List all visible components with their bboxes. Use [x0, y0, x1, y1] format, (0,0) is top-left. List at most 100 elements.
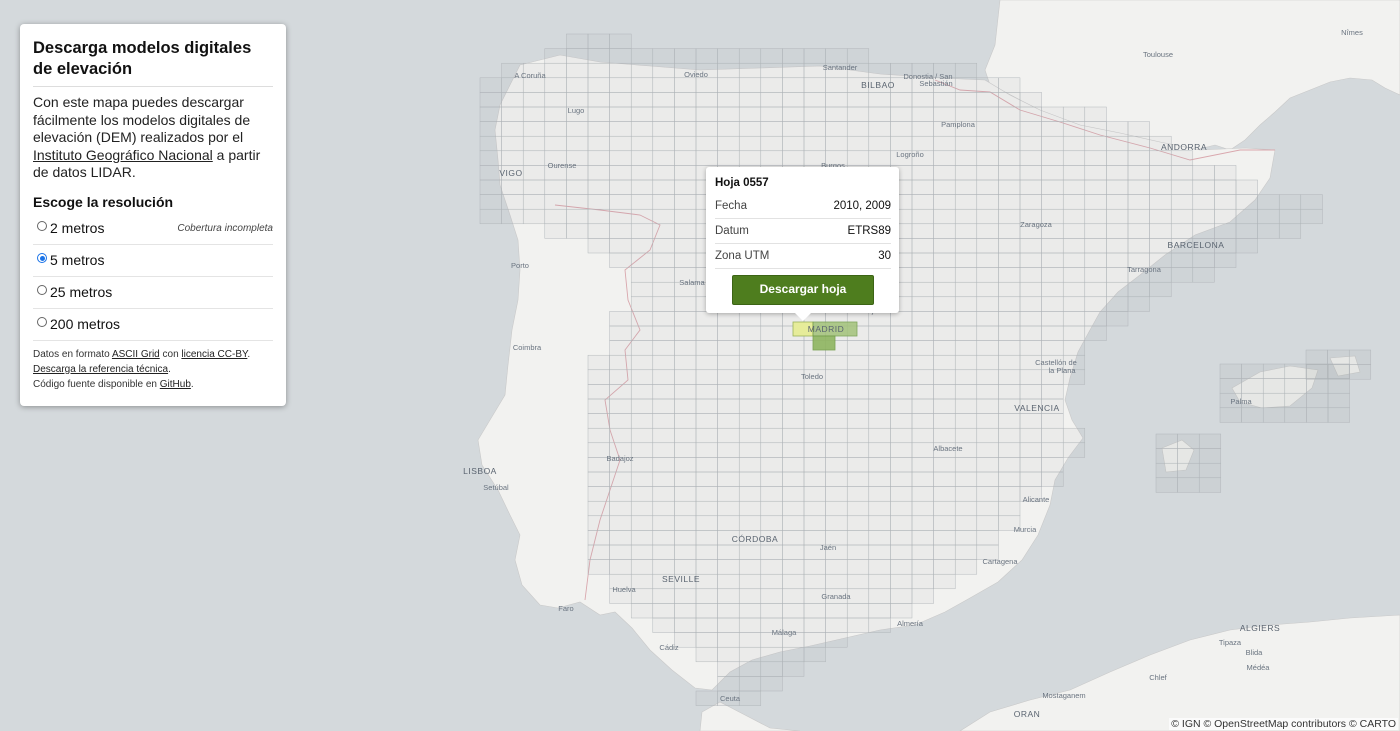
- dem-tile[interactable]: [760, 457, 783, 473]
- dem-tile[interactable]: [717, 48, 740, 64]
- dem-tile[interactable]: [803, 106, 826, 122]
- dem-tile[interactable]: [1084, 325, 1107, 341]
- dem-tile[interactable]: [1019, 267, 1042, 283]
- dem-tile[interactable]: [587, 150, 610, 166]
- dem-tile[interactable]: [911, 398, 934, 414]
- dem-tile[interactable]: [803, 398, 826, 414]
- dem-tile[interactable]: [652, 77, 675, 93]
- dem-tile[interactable]: [738, 384, 762, 400]
- dem-tile[interactable]: [846, 603, 870, 619]
- dem-tile[interactable]: [717, 500, 740, 517]
- dem-tile[interactable]: [890, 427, 913, 444]
- dem-tile[interactable]: [738, 690, 762, 706]
- dem-tile[interactable]: [998, 121, 1021, 137]
- dem-tile[interactable]: [976, 384, 999, 400]
- dem-tile[interactable]: [933, 238, 956, 254]
- dem-tile[interactable]: [803, 48, 826, 64]
- dem-tile[interactable]: [566, 179, 589, 195]
- dem-tile[interactable]: [609, 427, 632, 444]
- dem-tile[interactable]: [717, 632, 740, 648]
- dem-tile[interactable]: [954, 252, 978, 268]
- dem-tile[interactable]: [868, 573, 891, 590]
- dem-tile[interactable]: [782, 573, 805, 590]
- radio-5m[interactable]: [37, 253, 47, 263]
- dem-tile[interactable]: [825, 92, 848, 108]
- dem-tile[interactable]: [998, 223, 1021, 239]
- dem-tile[interactable]: [998, 427, 1021, 444]
- dem-tile[interactable]: [868, 588, 891, 604]
- dem-tile[interactable]: [1084, 106, 1107, 122]
- dem-tile[interactable]: [1084, 121, 1107, 137]
- dem-tile[interactable]: [998, 471, 1021, 487]
- dem-tile[interactable]: [1155, 477, 1178, 493]
- dem-tile[interactable]: [544, 106, 567, 122]
- dem-tile[interactable]: [868, 471, 891, 487]
- dem-tile[interactable]: [1219, 407, 1242, 423]
- dem-tile[interactable]: [1170, 179, 1194, 195]
- dem-tile[interactable]: [674, 515, 697, 531]
- dem-tile[interactable]: [760, 150, 783, 166]
- dem-tile[interactable]: [911, 281, 934, 298]
- dem-tile[interactable]: [1306, 378, 1329, 394]
- dem-tile[interactable]: [803, 646, 826, 663]
- dem-tile[interactable]: [738, 92, 762, 108]
- dem-tile[interactable]: [609, 559, 632, 575]
- dem-tile[interactable]: [587, 194, 610, 210]
- dem-tile[interactable]: [760, 398, 783, 414]
- dem-tile[interactable]: [933, 340, 956, 356]
- dem-tile[interactable]: [695, 515, 718, 531]
- dem-tile[interactable]: [803, 500, 826, 517]
- dem-tile[interactable]: [976, 296, 999, 312]
- dem-tile[interactable]: [1041, 121, 1064, 137]
- dem-tile[interactable]: [1149, 194, 1172, 210]
- dem-tile[interactable]: [1192, 267, 1215, 283]
- dem-tile[interactable]: [609, 62, 632, 79]
- dem-tile[interactable]: [522, 121, 546, 137]
- dem-tile[interactable]: [479, 194, 502, 210]
- dem-tile[interactable]: [717, 544, 740, 560]
- dem-tile[interactable]: [933, 427, 956, 444]
- dem-tile[interactable]: [1106, 311, 1129, 327]
- dem-tile[interactable]: [674, 92, 697, 108]
- dem-tile[interactable]: [674, 603, 697, 619]
- dem-tile[interactable]: [911, 442, 934, 458]
- dem-tile[interactable]: [1155, 433, 1178, 449]
- dem-tile[interactable]: [630, 457, 654, 473]
- dem-tile[interactable]: [1084, 194, 1107, 210]
- dem-tile[interactable]: [825, 442, 848, 458]
- dem-tile[interactable]: [782, 150, 805, 166]
- dem-tile[interactable]: [1198, 477, 1222, 493]
- dem-tile[interactable]: [652, 457, 675, 473]
- dem-tile[interactable]: [695, 413, 718, 429]
- dem-tile[interactable]: [652, 92, 675, 108]
- dem-tile[interactable]: [695, 150, 718, 166]
- dem-tile[interactable]: [760, 62, 783, 79]
- dem-tile[interactable]: [954, 296, 978, 312]
- dem-tile[interactable]: [890, 340, 913, 356]
- dem-tile[interactable]: [674, 121, 697, 137]
- dem-tile[interactable]: [825, 384, 848, 400]
- dem-tile[interactable]: [1170, 223, 1194, 239]
- dem-tile[interactable]: [782, 515, 805, 531]
- dem-tile[interactable]: [998, 150, 1021, 166]
- dem-tile[interactable]: [933, 457, 956, 473]
- dem-tile[interactable]: [782, 544, 805, 560]
- dem-tile[interactable]: [846, 442, 870, 458]
- dem-tile[interactable]: [1084, 238, 1107, 254]
- dem-tile[interactable]: [1041, 413, 1064, 429]
- dem-tile[interactable]: [803, 384, 826, 400]
- dem-tile[interactable]: [652, 588, 675, 604]
- dem-tile[interactable]: [1149, 208, 1172, 225]
- dem-tile[interactable]: [674, 194, 697, 210]
- dem-tile[interactable]: [890, 311, 913, 327]
- dem-tile[interactable]: [868, 544, 891, 560]
- dem-tile[interactable]: [998, 92, 1021, 108]
- dem-tile[interactable]: [1062, 238, 1086, 254]
- dem-tile[interactable]: [782, 121, 805, 137]
- dem-tile[interactable]: [954, 208, 978, 225]
- dem-tile[interactable]: [544, 62, 567, 79]
- dem-tile[interactable]: [1214, 252, 1237, 268]
- dem-tile[interactable]: [998, 208, 1021, 225]
- dem-tile[interactable]: [1062, 325, 1086, 341]
- dem-tile[interactable]: [976, 398, 999, 414]
